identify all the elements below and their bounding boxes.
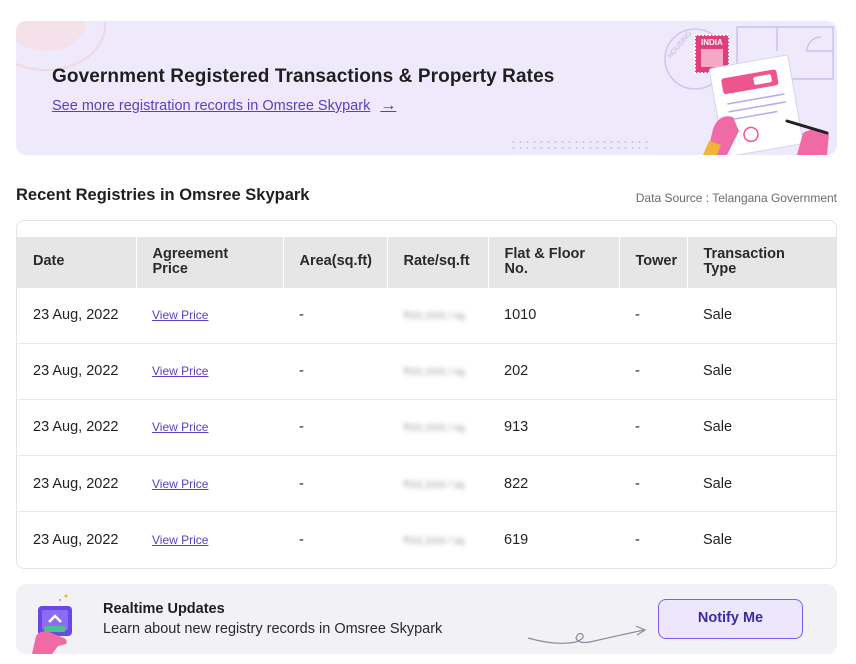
- cell-area: -: [299, 307, 304, 324]
- cell-transaction-type: Sale: [703, 363, 733, 380]
- cell-flat: 913: [504, 419, 529, 436]
- cell-rate: ₹XX,XXX / sq: [387, 287, 488, 343]
- registries-table-card: Date Agreement Price Area(sq.ft) Rate/sq…: [16, 220, 837, 569]
- cell-agreement-price: View Price: [136, 343, 283, 399]
- header-tower: Tower: [619, 237, 688, 287]
- blurred-rate: ₹XX,XXX / sq: [403, 536, 465, 548]
- cell-agreement-price: View Price: [136, 287, 283, 343]
- cell-area: -: [299, 475, 304, 492]
- dot-pattern: [510, 139, 650, 153]
- cell-tower: -: [635, 307, 640, 324]
- registry-banner: Government Registered Transactions & Pro…: [16, 21, 837, 155]
- header-date: Date: [17, 237, 137, 287]
- header-agreement-price: Agreement Price: [136, 237, 284, 287]
- blurred-rate: ₹XX,XXX / sq: [403, 367, 465, 379]
- registries-table: Date Agreement Price Area(sq.ft) Rate/sq…: [17, 237, 836, 568]
- phone-notification-icon: [32, 594, 72, 654]
- cell-transaction-type: Sale: [703, 532, 733, 549]
- blurred-rate: ₹XX,XXX / sq: [403, 423, 465, 435]
- table-row: 23 Aug, 2022 View Price - ₹XX,XXX / sq 1…: [17, 287, 836, 343]
- cell-flat: 822: [504, 475, 529, 492]
- view-price-link[interactable]: View Price: [152, 420, 208, 434]
- cell-tower: -: [635, 532, 640, 549]
- blurred-rate: ₹XX,XXX / sq: [403, 479, 465, 491]
- cell-rate: ₹XX,XXX / sq: [387, 343, 488, 399]
- header-area: Area(sq.ft): [283, 237, 388, 287]
- cell-transaction-type: Sale: [703, 419, 733, 436]
- arrow-right-icon: →: [380, 97, 397, 114]
- data-source-label: Data Source : Telangana Government: [635, 191, 837, 205]
- cell-rate: ₹XX,XXX / sq: [387, 456, 488, 512]
- cell-rate: ₹XX,XXX / sq: [387, 512, 488, 568]
- blurred-rate: ₹XX,XXX / sq: [403, 311, 465, 323]
- table-row: 23 Aug, 2022 View Price - ₹XX,XXX / sq 6…: [17, 511, 836, 568]
- svg-text:INDIA: INDIA: [701, 38, 723, 47]
- realtime-updates-card: Realtime Updates Learn about new registr…: [16, 584, 837, 654]
- cell-rate: ₹XX,XXX / sq: [387, 399, 488, 455]
- see-more-link-label[interactable]: See more registration records in Omsree …: [52, 98, 370, 114]
- see-more-registration-link[interactable]: See more registration records in Omsree …: [52, 97, 396, 115]
- view-price-link[interactable]: View Price: [152, 533, 208, 547]
- cell-tower: -: [635, 475, 640, 492]
- svg-text:HOUSING: HOUSING: [667, 30, 693, 60]
- notify-title: Realtime Updates: [103, 601, 225, 617]
- notify-subtitle: Learn about new registry records in Omsr…: [103, 621, 443, 637]
- cell-flat: 202: [504, 363, 529, 380]
- document-signing-illustration: HOUSING INDIA: [664, 26, 834, 155]
- table-row: 23 Aug, 2022 View Price - ₹XX,XXX / sq 9…: [17, 399, 836, 455]
- cell-flat: 1010: [504, 307, 537, 324]
- decorative-blob-outline: [16, 21, 106, 71]
- cell-area: -: [299, 419, 304, 436]
- cell-area: -: [299, 363, 304, 380]
- cell-tower: -: [635, 363, 640, 380]
- cell-date: 23 Aug, 2022: [33, 475, 119, 492]
- header-rate: Rate/sq.ft: [387, 237, 489, 287]
- cell-tower: -: [635, 419, 640, 436]
- table-header-row: Date Agreement Price Area(sq.ft) Rate/sq…: [17, 237, 836, 287]
- cell-date: 23 Aug, 2022: [33, 419, 119, 436]
- cell-flat: 619: [504, 532, 529, 549]
- table-row: 23 Aug, 2022 View Price - ₹XX,XXX / sq 2…: [17, 343, 836, 399]
- view-price-link[interactable]: View Price: [152, 364, 208, 378]
- cell-date: 23 Aug, 2022: [33, 363, 119, 380]
- section-title: Recent Registries in Omsree Skypark: [16, 186, 310, 204]
- header-transaction-type: Transaction Type: [703, 245, 785, 277]
- table-row: 23 Aug, 2022 View Price - ₹XX,XXX / sq 8…: [17, 455, 836, 512]
- cell-date: 23 Aug, 2022: [33, 532, 119, 549]
- cell-transaction-type: Sale: [703, 475, 733, 492]
- notify-me-button[interactable]: Notify Me: [658, 599, 803, 639]
- cell-agreement-price: View Price: [136, 456, 283, 512]
- swirl-arrow-icon: [527, 625, 647, 644]
- header-flat-floor: Flat & Floor No.: [488, 237, 620, 287]
- banner-title: Government Registered Transactions & Pro…: [52, 66, 555, 87]
- view-price-link[interactable]: View Price: [152, 308, 208, 322]
- cell-transaction-type: Sale: [703, 307, 733, 324]
- cell-agreement-price: View Price: [136, 512, 283, 568]
- cell-date: 23 Aug, 2022: [33, 307, 119, 324]
- view-price-link[interactable]: View Price: [152, 477, 208, 491]
- cell-agreement-price: View Price: [136, 399, 283, 455]
- cell-area: -: [299, 532, 304, 549]
